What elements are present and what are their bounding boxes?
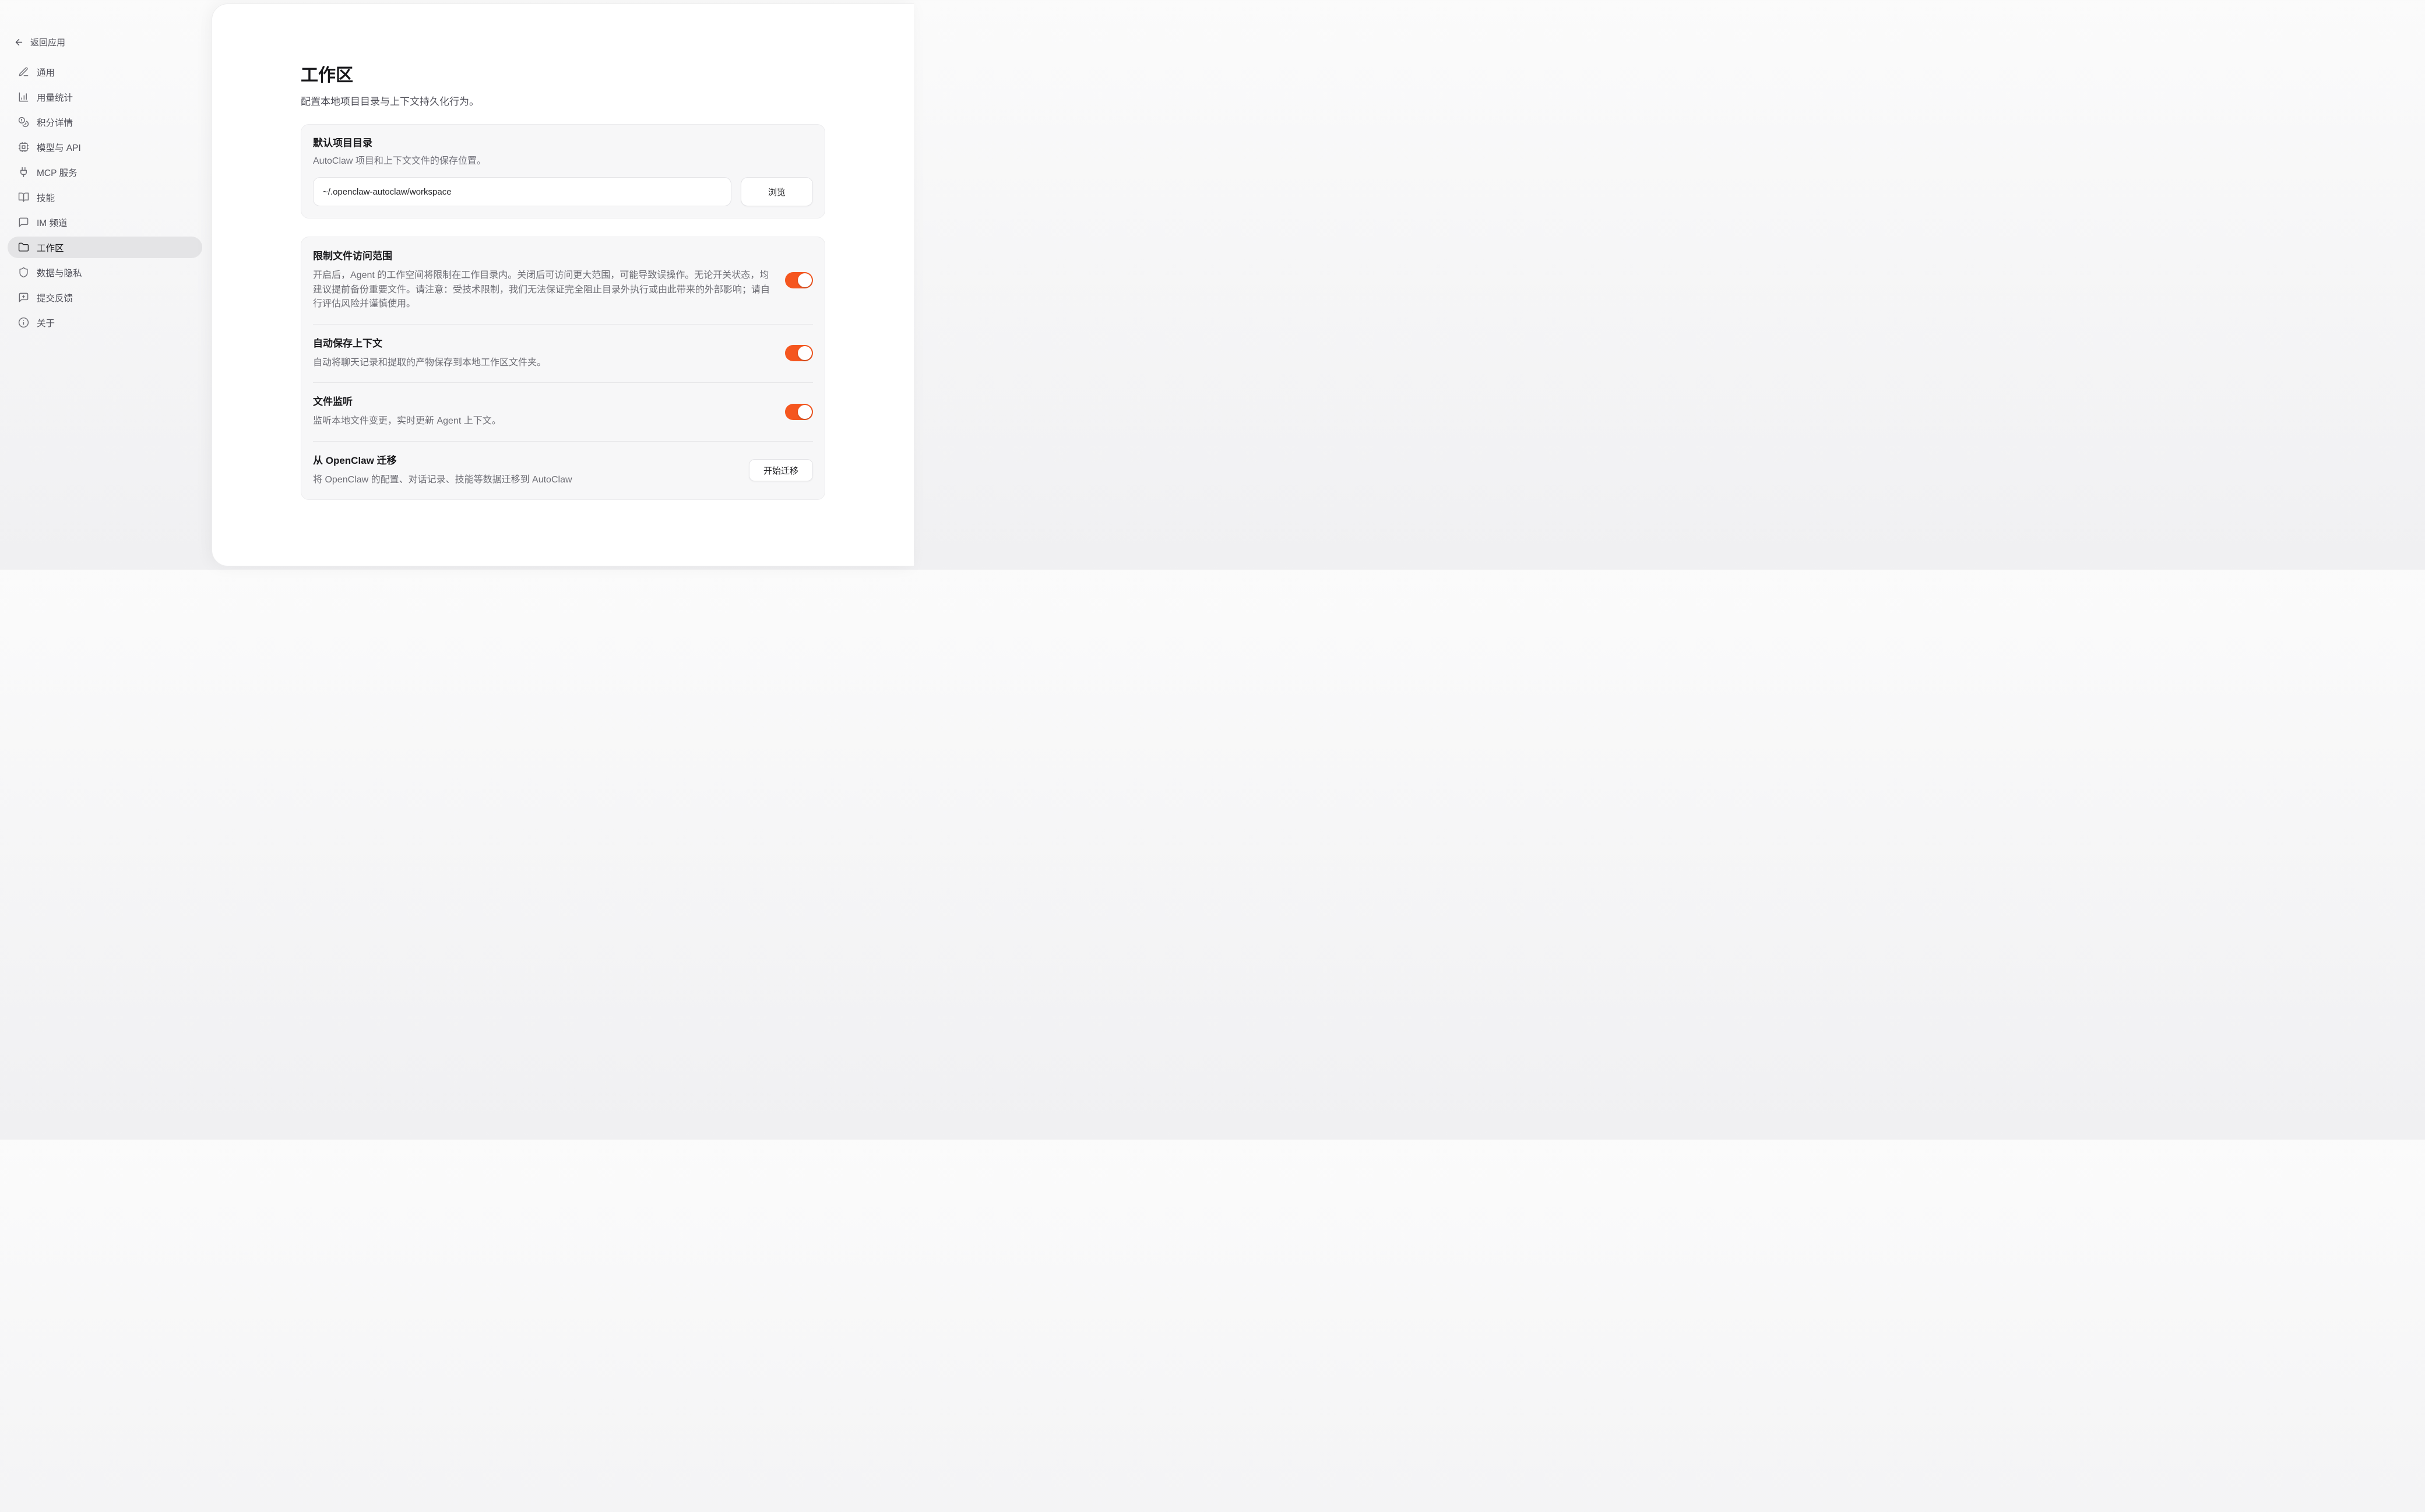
workspace-settings-panel: 工作区 配置本地项目目录与上下文持久化行为。 默认项目目录 AutoClaw 项… xyxy=(212,3,914,566)
pencil-icon xyxy=(18,66,29,77)
sidebar-item-im-channels[interactable]: IM 频道 xyxy=(8,212,202,233)
sidebar-item-label: 用量统计 xyxy=(37,91,73,104)
toggle-knob xyxy=(798,405,812,419)
row-description: 自动将聊天记录和提取的产物保存到本地工作区文件夹。 xyxy=(313,356,773,371)
setting-row-migrate-openclaw: 从 OpenClaw 迁移 将 OpenClaw 的配置、对话记录、技能等数据迁… xyxy=(313,442,813,500)
setting-row-auto-save-context: 自动保存上下文 自动将聊天记录和提取的产物保存到本地工作区文件夹。 xyxy=(313,325,813,383)
sidebar-item-label: IM 频道 xyxy=(37,216,68,229)
sidebar-item-label: 工作区 xyxy=(37,241,64,254)
sidebar-item-label: 技能 xyxy=(37,191,55,204)
sidebar-nav: 通用 用量统计 积分详情 模型与 API MCP 服务 技能 xyxy=(8,61,202,337)
sidebar-item-mcp-services[interactable]: MCP 服务 xyxy=(8,161,202,183)
row-description: 开启后，Agent 的工作空间将限制在工作目录内。关闭后可访问更大范围，可能导致… xyxy=(313,269,773,312)
setting-row-file-watch: 文件监听 监听本地文件变更，实时更新 Agent 上下文。 xyxy=(313,383,813,441)
message-plus-icon xyxy=(18,292,29,303)
sidebar-item-credits[interactable]: 积分详情 xyxy=(8,111,202,133)
arrow-left-icon xyxy=(14,37,24,47)
plug-icon xyxy=(18,167,29,178)
folder-icon xyxy=(18,242,29,253)
sidebar-item-feedback[interactable]: 提交反馈 xyxy=(8,287,202,308)
toggle-knob xyxy=(798,346,812,360)
restrict-file-access-toggle[interactable] xyxy=(785,272,813,288)
row-title: 从 OpenClaw 迁移 xyxy=(313,454,737,468)
setting-row-restrict-file-access: 限制文件访问范围 开启后，Agent 的工作空间将限制在工作目录内。关闭后可访问… xyxy=(313,237,813,324)
page-subtitle: 配置本地项目目录与上下文持久化行为。 xyxy=(301,94,825,110)
row-title: 自动保存上下文 xyxy=(313,337,773,351)
sidebar-item-models-api[interactable]: 模型与 API xyxy=(8,136,202,158)
row-description: 将 OpenClaw 的配置、对话记录、技能等数据迁移到 AutoClaw xyxy=(313,473,737,488)
sidebar-item-label: 通用 xyxy=(37,66,55,79)
coins-icon xyxy=(18,117,29,128)
message-square-icon xyxy=(18,217,29,228)
row-description: 监听本地文件变更，实时更新 Agent 上下文。 xyxy=(313,414,773,429)
default-directory-title: 默认项目目录 xyxy=(313,136,813,150)
sidebar-item-workspace[interactable]: 工作区 xyxy=(8,237,202,258)
settings-sidebar: 返回应用 通用 用量统计 积分详情 模型与 API MCP 服务 xyxy=(0,0,212,570)
cpu-icon xyxy=(18,142,29,153)
start-migration-button[interactable]: 开始迁移 xyxy=(749,459,813,481)
shield-icon xyxy=(18,267,29,278)
workspace-path-input[interactable] xyxy=(313,177,731,206)
auto-save-context-toggle[interactable] xyxy=(785,345,813,361)
sidebar-item-label: 关于 xyxy=(37,316,55,329)
workspace-options-card: 限制文件访问范围 开启后，Agent 的工作空间将限制在工作目录内。关闭后可访问… xyxy=(301,237,825,500)
default-directory-card: 默认项目目录 AutoClaw 项目和上下文文件的保存位置。 浏览 xyxy=(301,124,825,218)
sidebar-item-usage-stats[interactable]: 用量统计 xyxy=(8,86,202,108)
bar-chart-icon xyxy=(18,91,29,103)
toggle-knob xyxy=(798,273,812,287)
sidebar-item-data-privacy[interactable]: 数据与隐私 xyxy=(8,262,202,283)
sidebar-item-skills[interactable]: 技能 xyxy=(8,186,202,208)
book-open-icon xyxy=(18,192,29,203)
sidebar-item-general[interactable]: 通用 xyxy=(8,61,202,83)
sidebar-item-label: 积分详情 xyxy=(37,116,73,129)
default-directory-description: AutoClaw 项目和上下文文件的保存位置。 xyxy=(313,154,813,168)
directory-input-row: 浏览 xyxy=(313,177,813,206)
page-title: 工作区 xyxy=(301,65,825,87)
row-title: 文件监听 xyxy=(313,395,773,409)
sidebar-item-label: MCP 服务 xyxy=(37,166,77,179)
sidebar-item-label: 数据与隐私 xyxy=(37,266,82,279)
row-title: 限制文件访问范围 xyxy=(313,249,773,263)
back-to-app-label: 返回应用 xyxy=(30,36,65,48)
sidebar-item-label: 提交反馈 xyxy=(37,291,73,304)
file-watch-toggle[interactable] xyxy=(785,404,813,420)
browse-button[interactable]: 浏览 xyxy=(741,177,813,206)
back-to-app-button[interactable]: 返回应用 xyxy=(14,36,65,48)
sidebar-item-label: 模型与 API xyxy=(37,141,81,154)
info-icon xyxy=(18,317,29,328)
sidebar-item-about[interactable]: 关于 xyxy=(8,312,202,333)
